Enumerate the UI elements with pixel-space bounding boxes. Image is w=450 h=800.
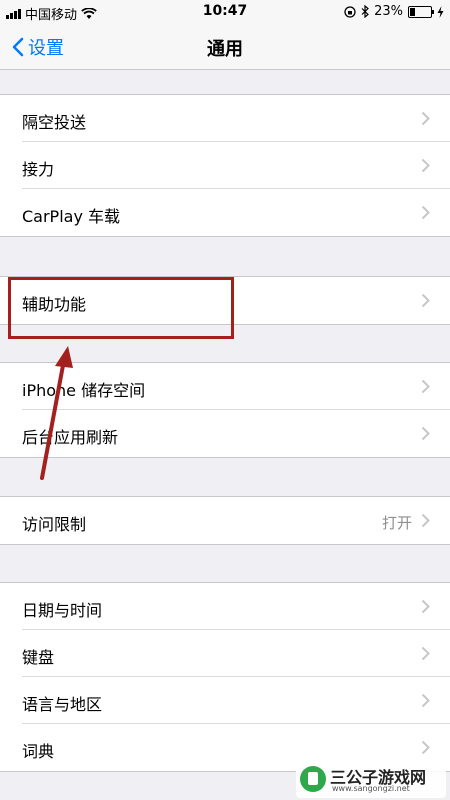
settings-group-storage: iPhone 储存空间 后台应用刷新 (0, 362, 450, 458)
chevron-right-icon (421, 646, 430, 661)
row-carplay[interactable]: CarPlay 车载 (0, 189, 450, 236)
watermark-url: www.sangongzi.net (332, 784, 410, 793)
row-label: 词典 (22, 742, 55, 761)
row-handoff[interactable]: 接力 (0, 142, 450, 189)
chevron-right-icon (421, 513, 430, 528)
chevron-right-icon (421, 158, 430, 173)
row-keyboard[interactable]: 键盘 (0, 630, 450, 677)
status-right: 23% (344, 4, 444, 19)
settings-group-sharing: 隔空投送 接力 CarPlay 车载 (0, 94, 450, 237)
row-language-region[interactable]: 语言与地区 (0, 677, 450, 724)
row-restrictions[interactable]: 访问限制 打开 (0, 497, 450, 544)
battery-icon (408, 5, 434, 18)
row-label: 访问限制 (22, 515, 87, 534)
battery-percent: 23% (374, 4, 403, 19)
row-iphone-storage[interactable]: iPhone 储存空间 (0, 363, 450, 410)
chevron-right-icon (421, 379, 430, 394)
row-label: 接力 (22, 160, 55, 179)
chevron-right-icon (421, 740, 430, 755)
row-label: CarPlay 车载 (22, 207, 121, 226)
page-title: 通用 (207, 39, 243, 60)
row-label: 语言与地区 (22, 695, 103, 714)
watermark: 三公子游戏网 www.sangongzi.net (296, 762, 446, 798)
row-date-time[interactable]: 日期与时间 (0, 583, 450, 630)
watermark-logo-icon (300, 766, 326, 792)
row-label: 后台应用刷新 (22, 428, 119, 447)
row-value: 打开 (381, 514, 412, 532)
chevron-right-icon (421, 426, 430, 441)
row-label: 键盘 (22, 648, 55, 667)
chevron-right-icon (421, 205, 430, 220)
chevron-right-icon (421, 693, 430, 708)
settings-group-language: 日期与时间 键盘 语言与地区 词典 (0, 582, 450, 772)
row-label: 日期与时间 (22, 601, 103, 620)
chevron-right-icon (421, 293, 430, 308)
settings-group-restrictions: 访问限制 打开 (0, 496, 450, 545)
navigation-bar: 设置 通用 (0, 24, 450, 70)
row-label: 隔空投送 (22, 113, 87, 132)
status-bar: 中国移动 10:47 23% (0, 0, 450, 24)
chevron-right-icon (421, 111, 430, 126)
chevron-right-icon (421, 599, 430, 614)
charging-icon (437, 5, 444, 18)
bluetooth-icon (361, 5, 369, 18)
orientation-lock-icon (344, 5, 356, 18)
highlight-box (8, 277, 234, 339)
row-background-refresh[interactable]: 后台应用刷新 (0, 410, 450, 457)
row-airdrop[interactable]: 隔空投送 (0, 95, 450, 142)
row-label: iPhone 储存空间 (22, 381, 146, 400)
